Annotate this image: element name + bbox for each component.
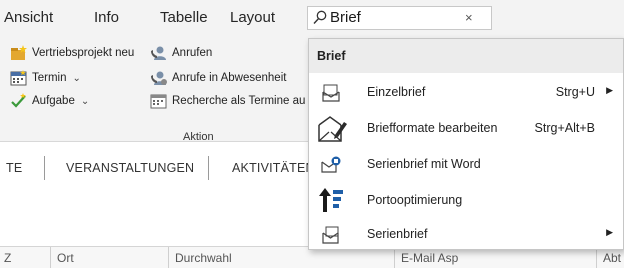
research-calendar-icon bbox=[150, 93, 168, 109]
search-results-dropdown: Brief Einzelbrief Strg+U ▶ Briefformate … bbox=[308, 38, 624, 250]
task-icon bbox=[10, 93, 28, 109]
menu-item-serienbrief[interactable]: Serienbrief ▶ bbox=[309, 217, 623, 251]
tab-divider bbox=[208, 156, 209, 180]
tab-te[interactable]: TE bbox=[6, 161, 22, 175]
column-header-ort[interactable]: Ort bbox=[50, 247, 168, 268]
new-sales-project-label: Vertriebsprojekt neu bbox=[32, 47, 135, 59]
shortcut-text: Strg+Alt+B bbox=[534, 121, 595, 135]
edit-letter-format-icon bbox=[317, 113, 347, 143]
missed-calls-label: Anrufe in Abwesenheit bbox=[172, 72, 287, 84]
project-icon bbox=[10, 45, 28, 61]
search-box[interactable]: Brief × bbox=[307, 6, 492, 30]
tab-ansicht[interactable]: Ansicht bbox=[4, 9, 53, 26]
research-as-appointments-label: Recherche als Termine au bbox=[172, 95, 306, 107]
call-icon bbox=[150, 45, 168, 61]
clear-search-icon[interactable]: × bbox=[465, 10, 473, 25]
column-header-z[interactable]: Z bbox=[0, 247, 50, 268]
tab-divider bbox=[44, 156, 45, 180]
tab-veranstaltungen[interactable]: VERANSTALTUNGEN bbox=[66, 161, 194, 175]
research-as-appointments-button[interactable]: Recherche als Termine au bbox=[150, 92, 305, 110]
missed-calls-button[interactable]: Anrufe in Abwesenheit bbox=[150, 69, 286, 87]
submenu-arrow-icon: ▶ bbox=[606, 227, 613, 237]
menu-item-label: Portooptimierung bbox=[367, 193, 463, 207]
task-label: Aufgabe bbox=[32, 95, 75, 107]
ribbon-tab-bar: Ansicht Info Tabelle Layout Brief × bbox=[0, 0, 624, 32]
tab-tabelle[interactable]: Tabelle bbox=[160, 9, 208, 26]
tab-aktivitaeten[interactable]: AKTIVITÄTEN bbox=[232, 161, 315, 175]
search-icon bbox=[313, 10, 327, 31]
menu-item-portooptimierung[interactable]: Portooptimierung bbox=[309, 183, 623, 217]
new-sales-project-button[interactable]: Vertriebsprojekt neu bbox=[10, 44, 134, 62]
tab-layout[interactable]: Layout bbox=[230, 9, 275, 26]
menu-item-label: Einzelbrief bbox=[367, 85, 426, 99]
chevron-down-icon[interactable]: ⌄ bbox=[81, 96, 89, 107]
letter-envelope-icon bbox=[319, 82, 343, 104]
missed-call-icon bbox=[150, 70, 168, 86]
postage-optimization-icon bbox=[317, 186, 345, 214]
menu-item-briefformate-bearbeiten[interactable]: Briefformate bearbeiten Strg+Alt+B bbox=[309, 111, 623, 145]
tab-info[interactable]: Info bbox=[94, 9, 119, 26]
menu-item-label: Briefformate bearbeiten bbox=[367, 121, 498, 135]
call-label: Anrufen bbox=[172, 47, 213, 59]
dropdown-header: Brief bbox=[309, 39, 623, 73]
mail-merge-icon bbox=[319, 224, 343, 246]
task-button[interactable]: Aufgabe ⌄ bbox=[10, 92, 89, 110]
appointment-label: Termin bbox=[32, 72, 67, 84]
submenu-arrow-icon: ▶ bbox=[606, 85, 613, 95]
menu-item-label: Serienbrief mit Word bbox=[367, 157, 481, 171]
menu-item-einzelbrief[interactable]: Einzelbrief Strg+U ▶ bbox=[309, 75, 623, 109]
call-button[interactable]: Anrufen bbox=[150, 44, 212, 62]
shortcut-text: Strg+U bbox=[555, 85, 595, 99]
chevron-down-icon[interactable]: ⌄ bbox=[73, 73, 81, 84]
menu-item-serienbrief-mit-word[interactable]: Serienbrief mit Word bbox=[309, 147, 623, 181]
calendar-icon bbox=[10, 70, 28, 86]
menu-item-label: Serienbrief bbox=[367, 227, 428, 241]
word-mail-merge-icon bbox=[319, 154, 343, 176]
search-input[interactable]: Brief bbox=[330, 9, 361, 26]
appointment-button[interactable]: Termin ⌄ bbox=[10, 69, 81, 87]
